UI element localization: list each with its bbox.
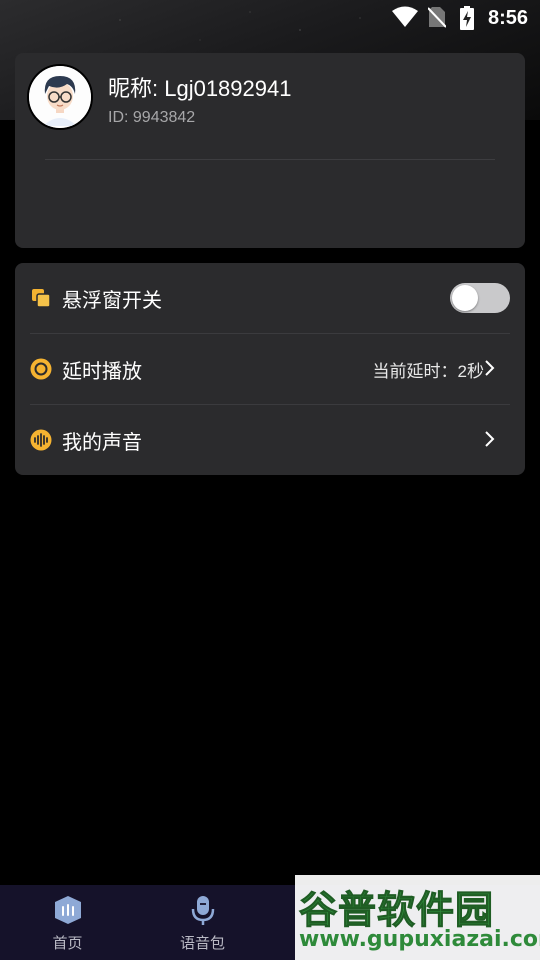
divider (45, 159, 495, 160)
chevron-right-icon (484, 359, 496, 382)
nav-item-home[interactable]: 首页 (0, 885, 135, 960)
delay-value: 当前延时：2秒 (372, 361, 484, 381)
nickname: 昵称: Lgj01892941 (108, 76, 292, 101)
status-time: 8:56 (487, 7, 528, 29)
no-sim-icon (427, 6, 447, 33)
avatar[interactable] (27, 64, 93, 130)
status-bar: 8:56 (0, 0, 540, 36)
settings-card: 悬浮窗开关 延时播放 当前延时：2秒 我的声音 (15, 263, 525, 475)
home-bars-icon (52, 894, 84, 931)
voice-wave-icon (30, 429, 52, 451)
floating-window-label: 悬浮窗开关 (62, 289, 162, 312)
watermark: 谷普软件园 www.gupuxiazai.com (295, 875, 540, 960)
microphone-icon (187, 894, 219, 931)
nav-label-voice-pack: 语音包 (179, 935, 225, 952)
delay-play-row[interactable]: 延时播放 当前延时：2秒 (30, 334, 510, 404)
delay-play-label: 延时播放 (62, 360, 142, 383)
chevron-right-icon (484, 430, 496, 453)
nav-item-voice-pack[interactable]: 语音包 (135, 885, 270, 960)
my-voice-row[interactable]: 我的声音 (30, 405, 510, 475)
delay-icon (30, 358, 52, 380)
battery-charging-icon (459, 6, 475, 35)
profile-card: 昵称: Lgj01892941 ID: 9943842 (15, 53, 525, 248)
wifi-icon (392, 6, 418, 33)
nav-label-home: 首页 (52, 935, 83, 952)
my-voice-label: 我的声音 (62, 431, 142, 454)
toggle-knob (452, 285, 478, 311)
floating-window-toggle[interactable] (450, 283, 510, 313)
floating-window-row[interactable]: 悬浮窗开关 (30, 263, 510, 333)
watermark-url: www.gupuxiazai.com (299, 927, 540, 952)
watermark-title: 谷普软件园 (298, 888, 495, 933)
floating-window-icon (30, 287, 52, 309)
user-id: ID: 9943842 (108, 109, 196, 126)
